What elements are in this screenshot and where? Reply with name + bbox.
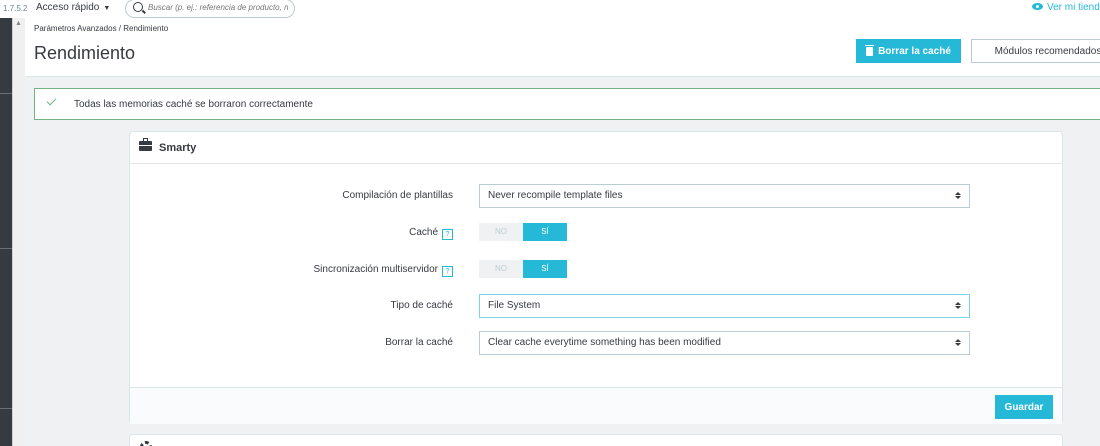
cache-type-select[interactable]: File System — [479, 294, 970, 318]
scroll-up-icon[interactable]: ▲ — [15, 20, 22, 27]
alert-message: Todas las memorias caché se borraron cor… — [74, 99, 313, 110]
view-shop-link[interactable]: Ver mi tienda — [1032, 2, 1100, 13]
panel-title: Smarty — [159, 142, 197, 154]
help-icon[interactable]: ? — [442, 229, 453, 240]
sidebar-scroll-rail[interactable]: ▲ — [12, 18, 25, 446]
top-bar: 1.7.5.2 Acceso rápido ▼ Ver mi tienda — [0, 0, 1100, 18]
quick-access-menu[interactable]: Acceso rápido ▼ — [36, 2, 110, 13]
gear-icon — [140, 441, 152, 446]
multi-server-yes-option[interactable]: SÍ — [523, 260, 567, 278]
view-shop-label: Ver mi tienda — [1047, 2, 1100, 13]
eye-icon — [1032, 3, 1043, 10]
clear-cache-label: Borrar la caché — [385, 337, 453, 348]
template-compilation-label: Compilación de plantillas — [342, 190, 453, 201]
next-panel — [129, 434, 1063, 446]
multi-server-label: Sincronización multiservidor? — [130, 264, 453, 277]
sidebar-divider — [0, 408, 12, 409]
sidebar-divider — [0, 248, 12, 249]
search-icon[interactable] — [133, 2, 143, 12]
cache-label: Caché? — [130, 227, 453, 240]
multi-server-label-text: Sincronización multiservidor — [313, 264, 439, 275]
select-arrows-icon — [955, 337, 961, 349]
panel-header: Smarty — [130, 132, 1062, 164]
check-icon — [45, 95, 59, 109]
page-title: Rendimiento — [34, 43, 136, 63]
version-label: 1.7.5.2 — [3, 4, 28, 13]
cache-yes-option[interactable]: SÍ — [523, 223, 567, 241]
cache-type-value: File System — [488, 300, 541, 311]
caret-down-icon: ▼ — [101, 5, 111, 12]
smarty-panel: Smarty Compilación de plantillas Never r… — [129, 131, 1063, 424]
success-alert: Todas las memorias caché se borraron cor… — [34, 88, 1100, 120]
quick-access-label: Acceso rápido — [36, 2, 100, 13]
briefcase-icon — [139, 138, 152, 151]
save-button[interactable]: Guardar — [995, 395, 1053, 419]
cache-label-text: Caché — [409, 227, 438, 238]
sidebar-divider — [0, 93, 12, 94]
template-compilation-value: Never recompile template files — [488, 190, 623, 201]
trash-icon — [865, 44, 875, 56]
clear-cache-label: Borrar la caché — [878, 45, 951, 57]
breadcrumb: Parámetros Avanzados / Rendimiento — [34, 24, 169, 33]
cache-toggle[interactable]: NO SÍ — [479, 223, 567, 241]
multi-server-toggle[interactable]: NO SÍ — [479, 260, 567, 278]
cache-type-label: Tipo de caché — [390, 300, 453, 311]
search-box[interactable] — [125, 0, 295, 18]
select-arrows-icon — [955, 190, 961, 202]
search-input[interactable] — [148, 3, 288, 12]
recommended-modules-button[interactable]: Módulos recomendados — [971, 39, 1100, 63]
page-header: Parámetros Avanzados / Rendimiento Rendi… — [25, 18, 1100, 77]
template-compilation-select[interactable]: Never recompile template files — [479, 184, 970, 208]
cache-no-option[interactable]: NO — [479, 223, 523, 241]
select-arrows-icon — [955, 300, 961, 312]
multi-server-no-option[interactable]: NO — [479, 260, 523, 278]
panel-footer: Guardar — [130, 387, 1062, 424]
clear-cache-value: Clear cache everytime something has been… — [488, 337, 721, 348]
clear-cache-button[interactable]: Borrar la caché — [856, 39, 961, 63]
sidebar: ▲ — [0, 18, 25, 446]
help-icon[interactable]: ? — [442, 266, 453, 277]
clear-cache-select[interactable]: Clear cache everytime something has been… — [479, 331, 970, 355]
